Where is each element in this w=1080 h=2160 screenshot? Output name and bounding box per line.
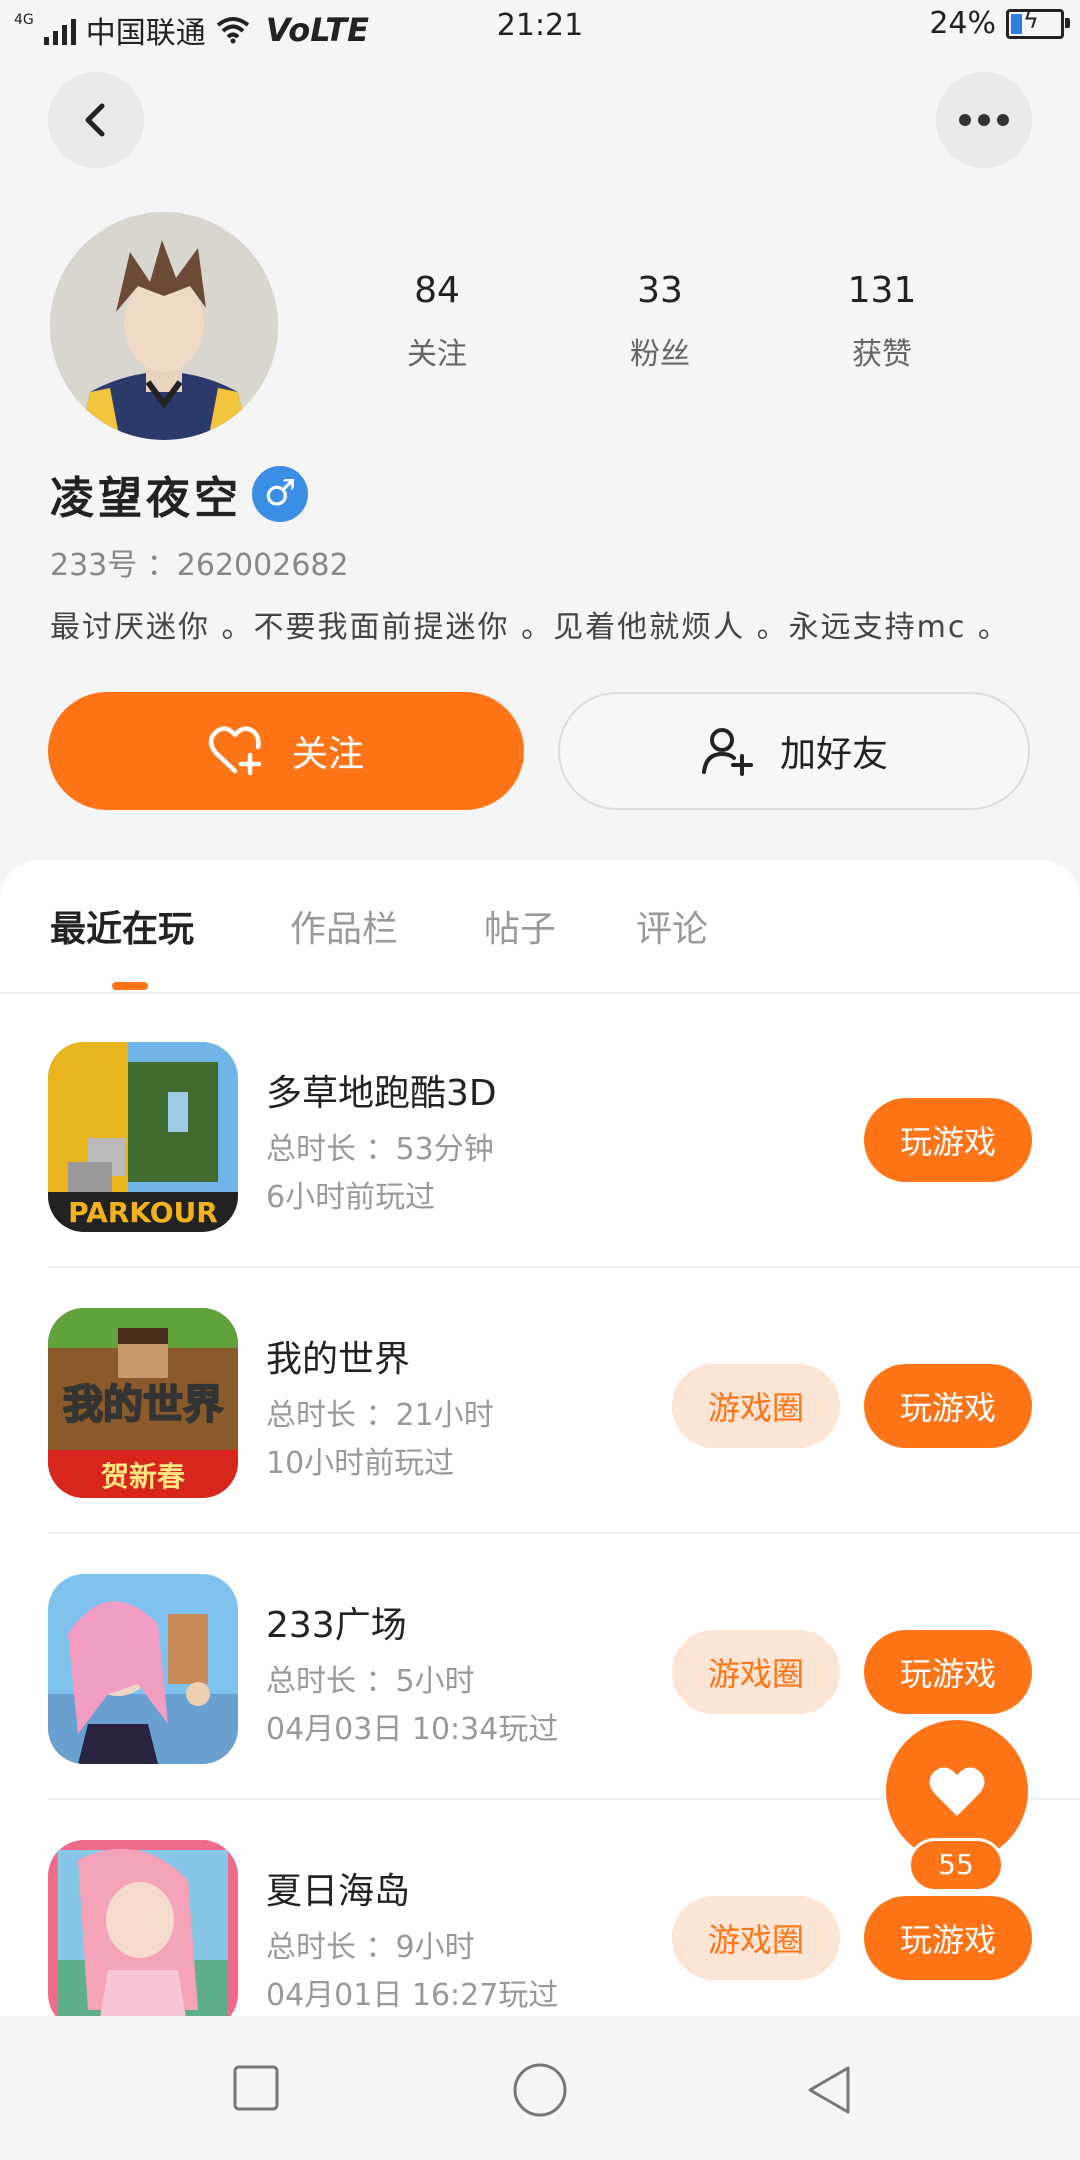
- game-circle-button[interactable]: 游戏圈: [672, 1896, 840, 1980]
- tab-posts[interactable]: 帖子: [484, 900, 556, 952]
- stat-following-label: 关注: [407, 337, 467, 372]
- game-icon-summer-island[interactable]: [48, 1840, 238, 2030]
- heart-icon: [929, 1767, 985, 1816]
- avatar[interactable]: [50, 212, 278, 440]
- game-icon-233-plaza[interactable]: [48, 1574, 238, 1764]
- game-name: 我的世界: [266, 1339, 411, 1380]
- like-count: 55: [908, 1838, 1004, 1892]
- game-last-played: 6小时前玩过: [266, 1180, 436, 1215]
- game-name: 233广场: [266, 1605, 407, 1646]
- game-duration: 总时长 ：9小时: [266, 1930, 475, 1965]
- heart-plus-icon: [208, 726, 262, 776]
- stat-fans[interactable]: 33 粉丝: [590, 270, 730, 373]
- game-last-played: 04月03日 10:34玩过: [266, 1712, 559, 1747]
- stat-likes-label: 获赞: [852, 337, 912, 372]
- more-button[interactable]: [936, 72, 1032, 168]
- game-name: 夏日海岛: [266, 1871, 411, 1912]
- play-game-button[interactable]: 玩游戏: [864, 1896, 1032, 1980]
- game-row[interactable]: 我的世界 贺新春 我的世界 总时长 ：21小时 10小时前玩过 游戏圈 玩游戏: [0, 1268, 1080, 1534]
- battery-icon: ϟ: [1006, 5, 1070, 39]
- tab-indicator: [112, 982, 148, 990]
- minecraft-logo-text: 我的世界: [63, 1382, 223, 1428]
- male-gender-icon: ♂: [252, 466, 308, 522]
- recent-apps-icon[interactable]: [232, 2064, 280, 2112]
- play-game-button[interactable]: 玩游戏: [864, 1098, 1032, 1182]
- game-row[interactable]: PARKOUR 多草地跑酷3D 总时长 ：53分钟 6小时前玩过 玩游戏: [0, 1002, 1080, 1268]
- game-name: 多草地跑酷3D: [266, 1073, 497, 1114]
- play-game-button[interactable]: 玩游戏: [864, 1630, 1032, 1714]
- game-circle-button[interactable]: 游戏圈: [672, 1630, 840, 1714]
- play-game-button[interactable]: 玩游戏: [864, 1364, 1032, 1448]
- stat-following[interactable]: 84 关注: [367, 270, 507, 373]
- chevron-left-icon: [85, 103, 105, 137]
- tab-recent[interactable]: 最近在玩: [50, 900, 194, 952]
- battery-fill: [1011, 13, 1022, 34]
- tab-works[interactable]: 作品栏: [290, 900, 398, 952]
- username: 凌望夜空: [50, 473, 242, 524]
- parkour-logo-text: PARKOUR: [68, 1196, 218, 1229]
- add-friend-label: 加好友: [779, 734, 888, 775]
- follow-button[interactable]: 关注: [48, 692, 524, 810]
- battery-percent: 24%: [929, 6, 996, 41]
- game-icon-parkour[interactable]: PARKOUR: [48, 1042, 238, 1232]
- tab-comments[interactable]: 评论: [636, 900, 708, 952]
- tab-divider: [0, 992, 1080, 994]
- game-circle-button[interactable]: 游戏圈: [672, 1364, 840, 1448]
- status-bar: 4G 中国联通 VoLTE 21:21 24% ϟ: [0, 0, 1080, 56]
- follow-label: 关注: [291, 734, 364, 775]
- game-icon-minecraft[interactable]: 我的世界 贺新春: [48, 1308, 238, 1498]
- game-duration: 总时长 ：5小时: [266, 1664, 475, 1699]
- system-nav-bar: [0, 2016, 1080, 2160]
- home-icon[interactable]: [512, 2062, 568, 2118]
- more-horizontal-icon: [959, 114, 1009, 126]
- game-last-played: 10小时前玩过: [266, 1446, 455, 1481]
- status-time: 21:21: [496, 8, 584, 43]
- back-triangle-icon[interactable]: [804, 2064, 854, 2116]
- charging-bolt-icon: ϟ: [1023, 5, 1039, 34]
- stat-likes-value: 131: [847, 270, 917, 311]
- add-user-icon: [701, 728, 753, 776]
- user-id: 233号 ：262002682: [50, 548, 349, 583]
- add-friend-button[interactable]: 加好友: [558, 692, 1030, 810]
- bio: 最讨厌迷你 。不要我面前提迷你 。见着他就烦人 。永远支持mc 。: [50, 610, 1010, 645]
- minecraft-sub-text: 贺新春: [101, 1460, 185, 1493]
- status-right: 24% ϟ: [929, 5, 1070, 41]
- stat-fans-label: 粉丝: [630, 337, 690, 372]
- stat-fans-value: 33: [637, 270, 683, 311]
- stat-following-value: 84: [414, 270, 460, 311]
- game-last-played: 04月01日 16:27玩过: [266, 1978, 559, 2013]
- avatar-image: [50, 212, 278, 440]
- game-duration: 总时长 ：21小时: [266, 1398, 494, 1433]
- game-duration: 总时长 ：53分钟: [266, 1132, 494, 1167]
- stat-likes[interactable]: 131 获赞: [812, 270, 952, 373]
- back-button[interactable]: [48, 72, 144, 168]
